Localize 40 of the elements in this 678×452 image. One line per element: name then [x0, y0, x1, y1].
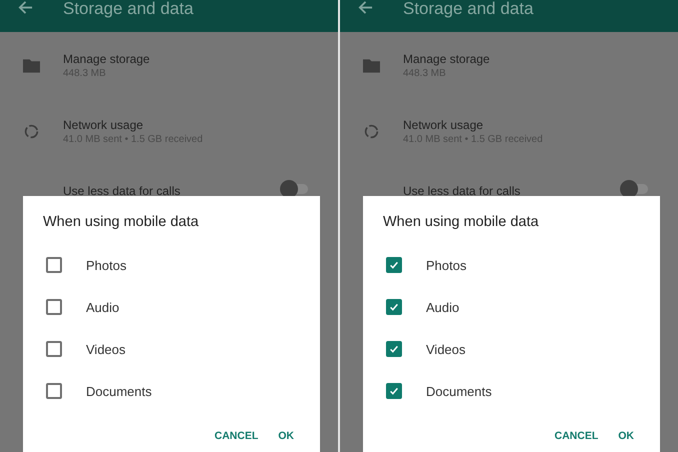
dialog-title: When using mobile data: [383, 214, 540, 230]
screen-title: Storage and data: [403, 0, 534, 18]
checkbox[interactable]: [46, 299, 62, 315]
setting-title[interactable]: Network usage: [403, 118, 678, 132]
check-icon: [388, 259, 400, 271]
back-arrow-icon[interactable]: [18, 0, 33, 15]
option-label[interactable]: Photos: [426, 258, 466, 272]
option-label[interactable]: Documents: [86, 384, 152, 398]
option-label[interactable]: Photos: [86, 258, 126, 272]
data-usage-icon: [363, 124, 380, 139]
dialog-button[interactable]: OK: [612, 424, 640, 448]
setting-title[interactable]: Network usage: [63, 118, 338, 132]
dialog-title: When using mobile data: [43, 214, 200, 230]
setting-title[interactable]: Manage storage: [403, 52, 678, 66]
option-label[interactable]: Audio: [86, 300, 120, 314]
folder-icon: [23, 58, 40, 73]
checkbox[interactable]: [386, 383, 402, 399]
checkbox[interactable]: [386, 257, 402, 273]
option-label[interactable]: Documents: [426, 384, 492, 398]
setting-title[interactable]: Manage storage: [63, 52, 338, 66]
checkbox[interactable]: [386, 299, 402, 315]
check-icon: [388, 301, 400, 313]
dialog-button[interactable]: CANCEL: [208, 424, 264, 448]
back-arrow-icon[interactable]: [358, 0, 373, 15]
checkbox[interactable]: [46, 341, 62, 357]
option-label[interactable]: Videos: [86, 342, 126, 356]
checkbox[interactable]: [46, 383, 62, 399]
dialog-button[interactable]: CANCEL: [548, 424, 604, 448]
dialog-button[interactable]: OK: [272, 424, 300, 448]
folder-icon: [363, 58, 380, 73]
screen-title: Storage and data: [63, 0, 194, 18]
checkbox[interactable]: [386, 341, 402, 357]
checkbox[interactable]: [46, 257, 62, 273]
check-icon: [388, 343, 400, 355]
setting-title[interactable]: Use less data for calls: [63, 184, 282, 198]
option-label[interactable]: Audio: [426, 300, 460, 314]
check-icon: [388, 385, 400, 397]
data-usage-icon: [23, 124, 40, 139]
setting-title[interactable]: Use less data for calls: [403, 184, 622, 198]
option-label[interactable]: Videos: [426, 342, 466, 356]
